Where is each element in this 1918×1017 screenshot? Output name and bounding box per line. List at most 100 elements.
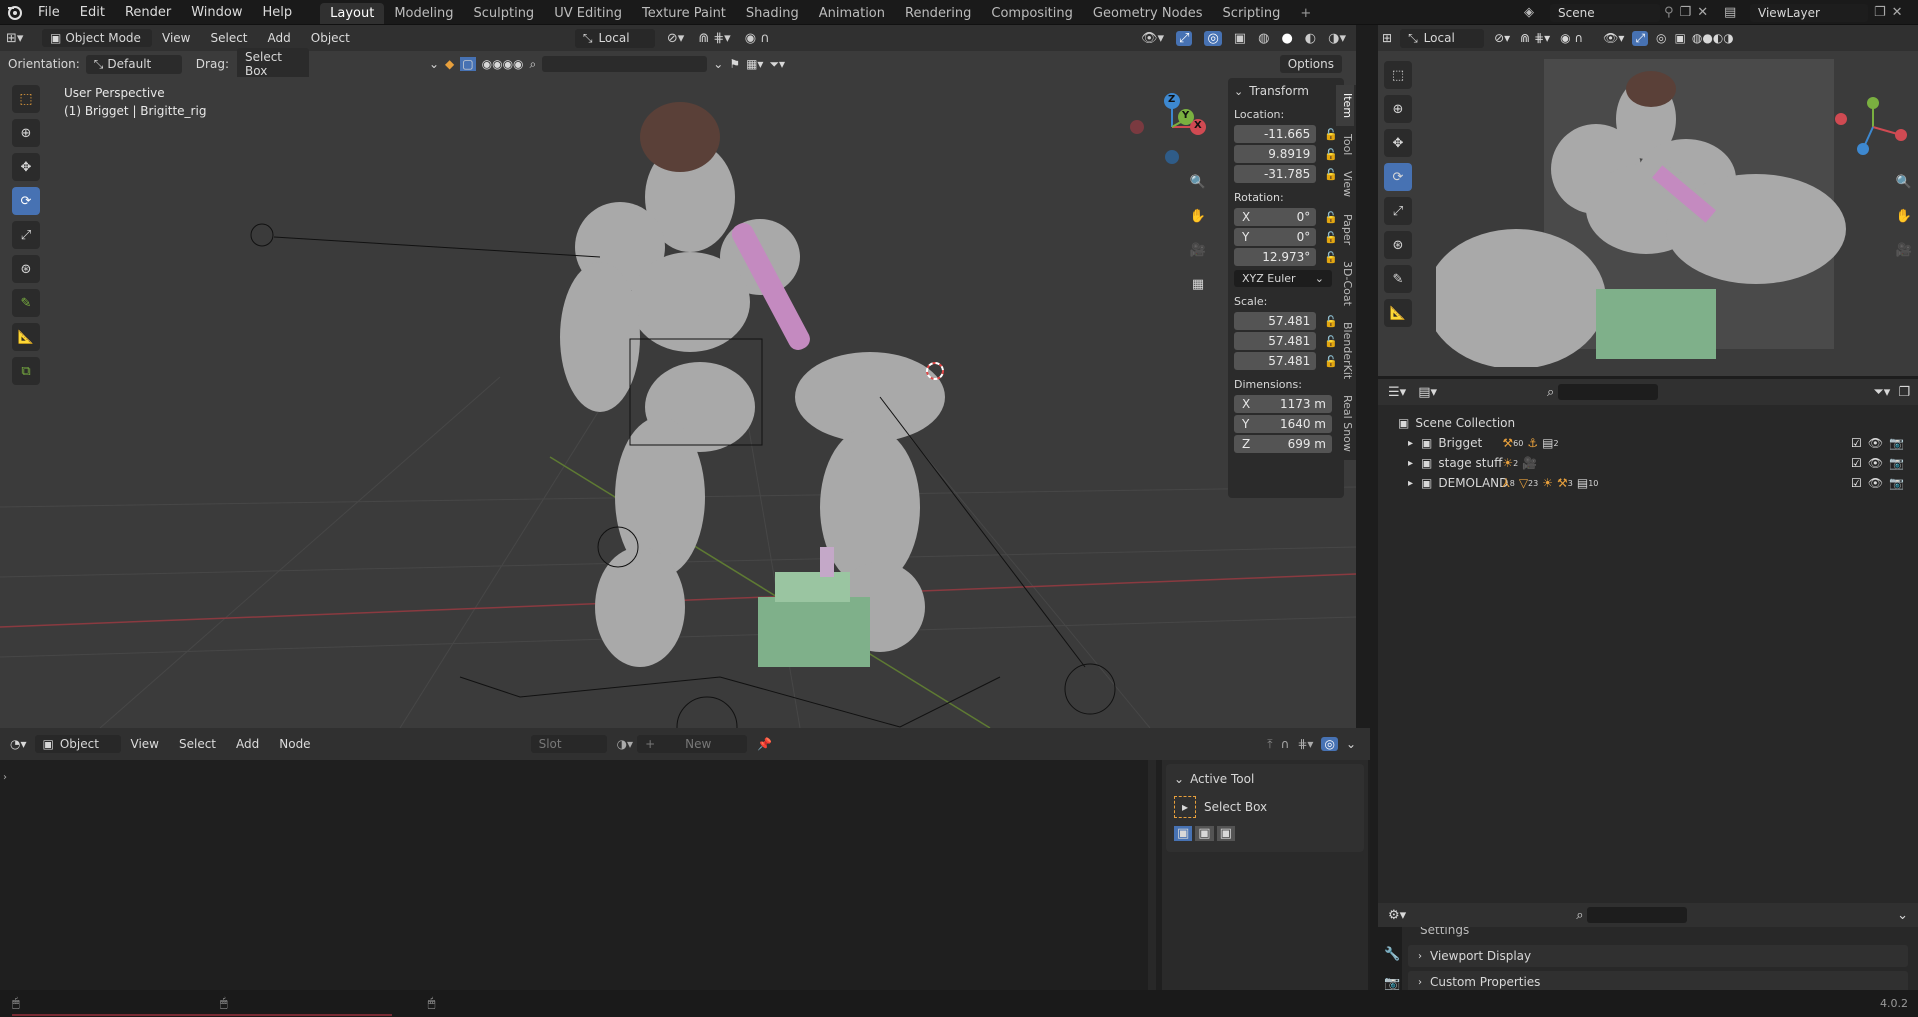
sidebar-tab-item[interactable]: Item	[1336, 85, 1354, 127]
options-button[interactable]: Options	[1279, 55, 1342, 73]
tab-animation[interactable]: Animation	[809, 3, 895, 24]
menu-window[interactable]: Window	[181, 0, 252, 25]
orientation-dropdown[interactable]: ⤡ Default	[85, 54, 182, 74]
visibility-icon[interactable]: 👁▾	[1141, 31, 1164, 46]
pan-hand-icon[interactable]: ✋	[1893, 205, 1915, 227]
editor-type-icon[interactable]: ⊞▾	[6, 31, 42, 46]
panel-viewport-display[interactable]: › Viewport Display	[1408, 945, 1908, 967]
slot-dropdown[interactable]: Slot	[530, 735, 607, 753]
sidebar-tab-blenderkit[interactable]: BlenderKit	[1336, 314, 1354, 387]
sidebar-tab-paper[interactable]: Paper	[1336, 206, 1354, 253]
new-scene-icon[interactable]: ❐	[1680, 5, 1692, 20]
cursor-tool[interactable]: ⊕	[1384, 95, 1412, 123]
navigation-gizmo[interactable]: Z X Y	[1128, 85, 1208, 165]
transform-tool[interactable]: ⊛	[12, 255, 40, 283]
ortho-grid-icon[interactable]: ▦	[1187, 273, 1209, 295]
visibility-icon[interactable]: 👁▾	[1603, 31, 1624, 45]
tab-scripting[interactable]: Scripting	[1213, 3, 1291, 24]
select-box-tool[interactable]: ⬚	[1384, 61, 1412, 89]
expand-arrow-icon[interactable]: ▸	[1408, 478, 1413, 489]
transform-tool[interactable]: ⊛	[1384, 231, 1412, 259]
move-tool[interactable]: ✥	[1384, 129, 1412, 157]
tab-sculpting[interactable]: Sculpting	[463, 3, 544, 24]
pin-icon[interactable]: ⚲	[1664, 5, 1674, 20]
viewport-menu-add[interactable]: Add	[258, 26, 301, 51]
select-mode-icon[interactable]: ▢	[460, 57, 476, 71]
camera-orientation-dropdown[interactable]: ⤡ Local	[1400, 28, 1485, 48]
collapse-chevron-icon[interactable]: ⌄	[429, 57, 439, 71]
filter-icon[interactable]: ⏷▾	[1873, 385, 1890, 400]
display-mode-icon[interactable]: ▤▾	[1418, 385, 1437, 400]
checkbox[interactable]: ☑	[1851, 476, 1862, 490]
active-tool-row[interactable]: ▸ Select Box	[1174, 796, 1356, 818]
rotation-x-field[interactable]: X 0°	[1234, 208, 1317, 226]
sidebar-tab-view[interactable]: View	[1336, 163, 1354, 205]
dimension-x-field[interactable]: X 1173 m	[1234, 395, 1332, 413]
pivot-icon[interactable]: ⊘▾	[667, 31, 684, 46]
xray-icon[interactable]: ▣	[1234, 31, 1246, 46]
expand-arrow-icon[interactable]: ▸	[1408, 438, 1413, 449]
shading-mode-icons[interactable]: ◉◉◉◉	[482, 57, 524, 71]
filter-icon[interactable]: ⏷▾	[769, 57, 785, 72]
scene-icon[interactable]: ◈	[1524, 5, 1550, 20]
pivot-icon[interactable]: ⊘▾	[1494, 31, 1510, 45]
tab-uv-editing[interactable]: UV Editing	[544, 3, 632, 24]
location-z-field[interactable]: -31.785	[1234, 165, 1317, 183]
shader-menu-select[interactable]: Select	[169, 732, 226, 757]
scale-y-field[interactable]: 57.481	[1234, 332, 1317, 350]
rotate-tool[interactable]: ⟳	[12, 187, 40, 215]
overlay-icon[interactable]: ◎	[1656, 31, 1666, 45]
snap-icon[interactable]: ⋒ ⋕▾	[698, 31, 730, 46]
dimension-z-field[interactable]: Z 699 m	[1234, 435, 1332, 453]
rotation-z-field[interactable]: 12.973°	[1234, 248, 1317, 266]
editor-type-icon[interactable]: ☰▾	[1388, 385, 1406, 400]
snap-icon[interactable]: ∩	[1281, 737, 1290, 751]
menu-file[interactable]: File	[28, 0, 70, 25]
shader-menu-add[interactable]: Add	[226, 732, 269, 757]
transform-orientation-dropdown[interactable]: ⤡ Local	[574, 28, 655, 48]
cursor-tool[interactable]: ⊕	[12, 119, 40, 147]
parent-node-icon[interactable]: ⤒	[1267, 737, 1272, 752]
blender-logo-icon[interactable]	[0, 0, 28, 25]
solid-shading-icon[interactable]: ●	[1281, 31, 1292, 46]
select-subtract-icon[interactable]: ▣	[1216, 826, 1235, 841]
camera-icon[interactable]: 📷	[1889, 456, 1904, 470]
measure-tool[interactable]: 📐	[1384, 299, 1412, 327]
rotate-tool[interactable]: ⟳	[1384, 163, 1412, 191]
camera-icon[interactable]: 🎥	[1893, 239, 1915, 261]
select-new-icon[interactable]: ▣	[1174, 826, 1193, 841]
list-item[interactable]: ▸ ▣ Brigget ⚒ 60 ⚓ ▤ 2 ☑ 👁 📷	[1398, 433, 1918, 453]
collection-name[interactable]: Brigget	[1438, 436, 1502, 450]
list-item[interactable]: ▸ ▣ DEMOLAND ⅄ 8 ▽ 23 ☀ ⚒ 3 ▤ 10 ☑ 👁 📷	[1398, 473, 1918, 493]
tab-shading[interactable]: Shading	[736, 3, 809, 24]
object-types-icon[interactable]: ◆	[445, 57, 454, 71]
view-layer-icon[interactable]: ▤	[1724, 5, 1750, 20]
location-y-field[interactable]: 9.8919	[1234, 145, 1317, 163]
location-x-field[interactable]: -11.665	[1234, 125, 1317, 143]
3d-viewport[interactable]: ⊞▾ ▣ Object Mode View Select Add Object …	[0, 25, 1356, 728]
overlay-icon[interactable]: ◎	[1321, 737, 1338, 751]
menu-edit[interactable]: Edit	[70, 0, 115, 25]
checkbox[interactable]: ☑	[1851, 456, 1862, 470]
new-view-layer-icon[interactable]: ❐	[1874, 5, 1886, 20]
new-material-button[interactable]: + New	[637, 735, 748, 753]
annotate-tool[interactable]: ✎	[1384, 265, 1412, 293]
shader-type-dropdown[interactable]: ▣ Object	[34, 735, 121, 753]
xray-icon[interactable]: ▣	[1675, 31, 1686, 45]
tab-rendering[interactable]: Rendering	[895, 3, 981, 24]
tab-layout[interactable]: Layout	[320, 2, 385, 24]
camera-icon[interactable]: 📷	[1889, 476, 1904, 490]
scale-x-field[interactable]: 57.481	[1234, 312, 1317, 330]
collection-name[interactable]: DEMOLAND	[1438, 476, 1508, 490]
snap-icon[interactable]: ⋒ ⋕▾	[1520, 31, 1550, 45]
delete-scene-icon[interactable]: ✕	[1697, 5, 1708, 20]
dimension-y-field[interactable]: Y 1640 m	[1234, 415, 1332, 433]
camera-viewport[interactable]: ⬚ ⊕ ✥ ⟳ ⤢ ⊛ ✎ 📐 🔍 ✋ 🎥	[1378, 51, 1918, 376]
collection-name[interactable]: stage stuff	[1438, 456, 1502, 470]
select-box-tool[interactable]: ⬚	[12, 85, 40, 113]
snap-target-icon[interactable]: ⋕▾	[1297, 737, 1313, 751]
bookmark-icon[interactable]: ⚑	[729, 57, 740, 71]
delete-view-layer-icon[interactable]: ✕	[1892, 5, 1903, 20]
viewport-menu-view[interactable]: View	[152, 26, 200, 51]
wireframe-shading-icon[interactable]: ◍	[1258, 31, 1269, 46]
